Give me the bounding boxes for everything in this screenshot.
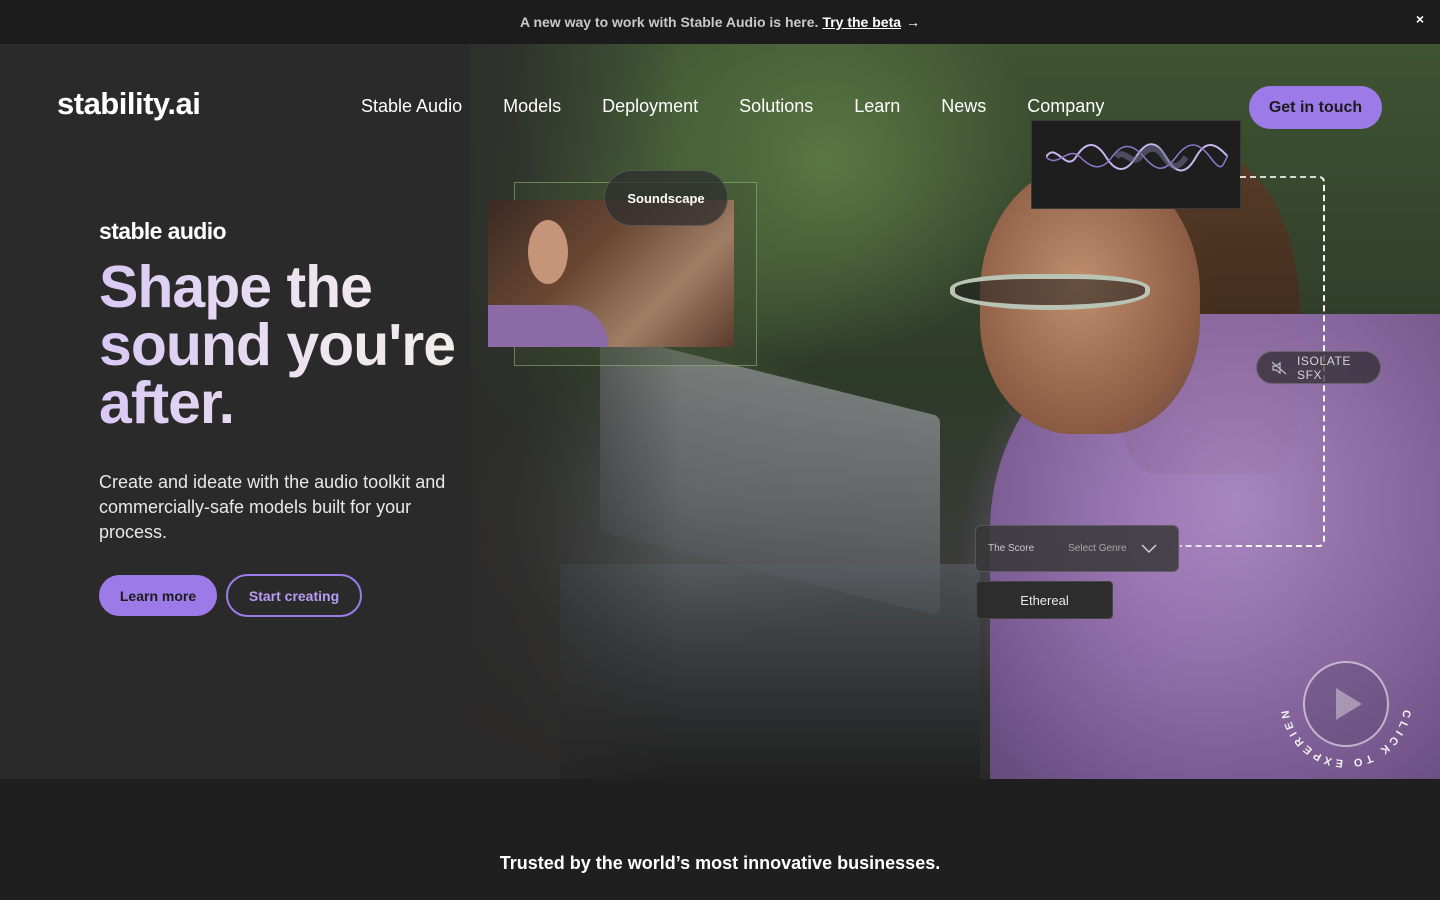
mute-icon (1271, 361, 1287, 374)
chevron-down-icon (1140, 543, 1157, 553)
play-sound-button[interactable]: CLICK TO EXPERIENCE SOUND (1270, 623, 1416, 772)
soundscape-pill[interactable]: Soundscape (604, 170, 728, 226)
ear-image (528, 220, 568, 284)
stability-logo[interactable]: stability.ai (57, 86, 201, 122)
nav-item-stable-audio[interactable]: Stable Audio (361, 96, 462, 117)
nav-item-news[interactable]: News (941, 96, 986, 117)
trusted-heading: Trusted by the world’s most innovative b… (499, 853, 941, 873)
stable-audio-wordmark: stable audio (99, 218, 227, 244)
isolate-sfx-button[interactable]: ISOLATE SFX (1256, 351, 1381, 384)
arrow-right-icon: → (906, 14, 921, 30)
nav-item-solutions[interactable]: Solutions (739, 96, 813, 117)
hero-description: Create and ideate with the audio toolkit… (99, 472, 446, 542)
try-beta-link[interactable]: Try the beta (822, 14, 901, 30)
get-in-touch-button[interactable]: Get in touch (1249, 86, 1382, 129)
isolate-sfx-label: ISOLATE SFX (1296, 353, 1351, 382)
score-label: The Score (988, 543, 1035, 554)
genre-select[interactable]: The Score Select Genre (975, 525, 1179, 572)
ethereal-option[interactable]: Ethereal (976, 581, 1113, 619)
main-nav: Stable Audio Models Deployment Solutions… (361, 96, 1145, 117)
nav-item-deployment[interactable]: Deployment (602, 96, 698, 117)
waveform-icon (1046, 143, 1228, 172)
nav-item-company[interactable]: Company (1027, 96, 1104, 117)
announcement-banner: A new way to work with Stable Audio is h… (0, 0, 1440, 44)
nav-item-models[interactable]: Models (503, 96, 561, 117)
nav-item-learn[interactable]: Learn (854, 96, 900, 117)
genre-placeholder: Select Genre (1068, 543, 1127, 554)
play-ring: CLICK TO EXPERIENCE SOUND (1270, 623, 1409, 769)
start-creating-button[interactable]: Start creating (226, 574, 362, 617)
banner-text: A new way to work with Stable Audio is h… (519, 14, 819, 30)
sunglasses-image (950, 274, 1150, 310)
close-icon[interactable]: × (1416, 11, 1424, 27)
hero-headline: Shape the sound you're after. (99, 258, 519, 433)
trusted-section (0, 779, 1440, 900)
learn-more-button[interactable]: Learn more (99, 575, 217, 616)
